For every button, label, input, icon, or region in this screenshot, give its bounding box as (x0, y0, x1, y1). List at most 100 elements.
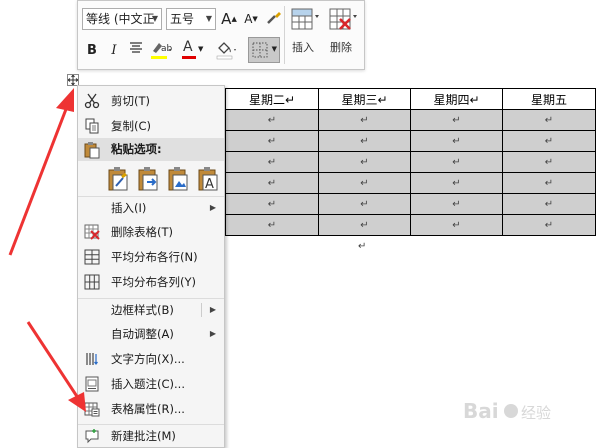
table-header-row: 一↵ 星期二↵ 星期三↵ 星期四↵ 星期五 (190, 88, 596, 110)
table-cell[interactable]: ↵ (225, 109, 319, 131)
menu-item-text-direction[interactable]: 文字方向(X)... (78, 348, 224, 370)
table-header-cell[interactable]: 星期四↵ (410, 88, 503, 110)
menu-item-insert-caption[interactable]: 插入题注(C)... (78, 373, 224, 395)
chevron-right-icon: ▶ (209, 305, 216, 314)
chevron-right-icon: ▶ (209, 329, 216, 338)
center-align-button[interactable] (126, 41, 146, 61)
table-cell[interactable]: ↵ (225, 172, 319, 194)
table-cell[interactable]: ↵ (410, 172, 503, 194)
table-cell[interactable]: ↵ (410, 130, 503, 152)
paint-bucket-icon (216, 42, 236, 60)
table-row: ↵↵↵↵↵ (190, 151, 596, 173)
menu-item-delete-table[interactable]: 删除表格(T) (78, 221, 224, 243)
toolbar-separator (284, 6, 285, 64)
svg-text:A: A (205, 177, 214, 192)
svg-text:Bai: Bai (463, 399, 499, 423)
table-cell[interactable]: ↵ (318, 109, 411, 131)
menu-item-label: 剪切(T) (111, 94, 150, 108)
menu-item-insert[interactable]: 插入(I) ▶ (78, 196, 224, 219)
chevron-right-icon: ▶ (209, 203, 216, 212)
table-cell[interactable]: ↵ (502, 214, 596, 236)
italic-button[interactable]: I (104, 41, 124, 61)
menu-item-border-style[interactable]: 边框样式(B) ▶ (78, 298, 224, 321)
menu-item-label: 插入题注(C)... (111, 377, 185, 391)
table-cell[interactable]: ↵ (502, 193, 596, 215)
table-cell[interactable]: ↵ (502, 151, 596, 173)
menu-item-table-properties[interactable]: 表格属性(R)... (78, 398, 224, 420)
table-cell[interactable]: ↵ (502, 130, 596, 152)
menu-item-label: 文字方向(X)... (111, 352, 185, 366)
font-color-button[interactable]: A ▼ (180, 39, 206, 59)
bold-button[interactable]: B (82, 41, 102, 61)
table-cell[interactable]: ↵ (410, 109, 503, 131)
menu-item-label: 平均分布各行(N) (111, 250, 198, 264)
highlight-button[interactable]: ab (148, 39, 174, 59)
table-cell[interactable]: ↵ (318, 193, 411, 215)
menu-item-label: 新建批注(M) (111, 429, 176, 443)
paste-picture-button[interactable] (168, 166, 192, 192)
table-cell[interactable]: ↵ (318, 130, 411, 152)
table-cell[interactable]: ↵ (502, 172, 596, 194)
table-cell[interactable]: ↵ (410, 214, 503, 236)
menu-item-label: 插入(I) (111, 201, 147, 215)
paragraph-mark: ↵ (358, 241, 367, 252)
menu-item-new-comment[interactable]: 新建批注(M) (78, 424, 224, 447)
grow-font-button[interactable]: A▲ (219, 9, 239, 29)
font-name-select[interactable]: 等线 (中文正 ▼ (82, 8, 162, 30)
delete-button[interactable]: 删除 (328, 7, 362, 65)
table-row: ↵↵↵↵↵ (190, 193, 596, 215)
paste-options-label: 粘贴选项: (111, 142, 162, 156)
borders-button[interactable]: ▼ (248, 37, 280, 63)
menu-item-distribute-rows[interactable]: 平均分布各行(N) (78, 246, 224, 268)
font-size-select[interactable]: 五号 ▼ (166, 8, 216, 30)
font-color-swatch (182, 56, 196, 59)
menu-item-distribute-cols[interactable]: 平均分布各列(Y) (78, 271, 224, 293)
paste-keep-formatting-button[interactable] (108, 166, 132, 192)
border-grid-icon (252, 42, 268, 58)
table-header-cell[interactable]: 星期三↵ (318, 88, 411, 110)
format-painter-button[interactable] (264, 9, 284, 29)
paste-text-only-icon: A (198, 167, 218, 192)
menu-item-copy[interactable]: 复制(C) (78, 115, 224, 137)
menu-split-divider (201, 303, 202, 317)
table-cell[interactable]: ↵ (225, 193, 319, 215)
table-cell[interactable]: ↵ (225, 130, 319, 152)
table-row: ↵↵↵↵↵ (190, 109, 596, 131)
table-cell[interactable]: ↵ (318, 151, 411, 173)
paste-merge-formatting-button[interactable] (138, 166, 162, 192)
distribute-columns-icon (84, 274, 100, 290)
table-cell[interactable]: ↵ (410, 193, 503, 215)
table-insert-icon (291, 8, 319, 30)
shading-button[interactable] (214, 39, 240, 60)
insert-button[interactable]: 插入 (290, 7, 324, 65)
document-table[interactable]: 一↵ 星期二↵ 星期三↵ 星期四↵ 星期五 ↵↵↵↵↵ ↵↵↵↵↵ ↵↵↵↵↵ … (190, 88, 596, 236)
delete-table-icon (84, 224, 100, 240)
delete-label: 删除 (330, 41, 352, 54)
mini-toolbar: 等线 (中文正 ▼ 五号 ▼ A▲ A▼ B I ab A ▼ ▼ 插入 删除 (77, 0, 365, 70)
table-cell[interactable]: ↵ (225, 214, 319, 236)
paste-keep-format-icon (108, 167, 128, 191)
menu-item-autofit[interactable]: 自动调整(A) ▶ (78, 323, 224, 345)
table-cell[interactable]: ↵ (502, 109, 596, 131)
table-header-cell[interactable]: 星期二↵ (225, 88, 319, 110)
table-row: ↵↵↵↵↵ (190, 130, 596, 152)
font-size-value: 五号 (170, 12, 195, 26)
grow-font-icon: A (221, 10, 232, 28)
paste-merge-format-icon (138, 167, 158, 191)
shrink-font-button[interactable]: A▼ (241, 9, 261, 29)
table-cell[interactable]: ↵ (318, 172, 411, 194)
insert-caption-icon (85, 376, 99, 392)
font-name-value: 等线 (中文正 (86, 12, 155, 26)
menu-item-cut[interactable]: 剪切(T) (78, 90, 224, 112)
table-header-cell[interactable]: 星期五 (502, 88, 596, 110)
text-direction-icon (86, 353, 98, 365)
context-menu: 剪切(T) 复制(C) 粘贴选项: A 插入(I) ▶ 删除表格(T) 平均分布… (77, 85, 225, 448)
align-center-icon (130, 42, 142, 53)
table-cell[interactable]: ↵ (318, 214, 411, 236)
table-cell[interactable]: ↵ (410, 151, 503, 173)
distribute-rows-icon (84, 249, 100, 265)
new-comment-icon (85, 429, 99, 444)
table-cell[interactable]: ↵ (225, 151, 319, 173)
chevron-down-icon: ▼ (205, 14, 212, 23)
paste-text-only-button[interactable]: A (198, 166, 222, 192)
